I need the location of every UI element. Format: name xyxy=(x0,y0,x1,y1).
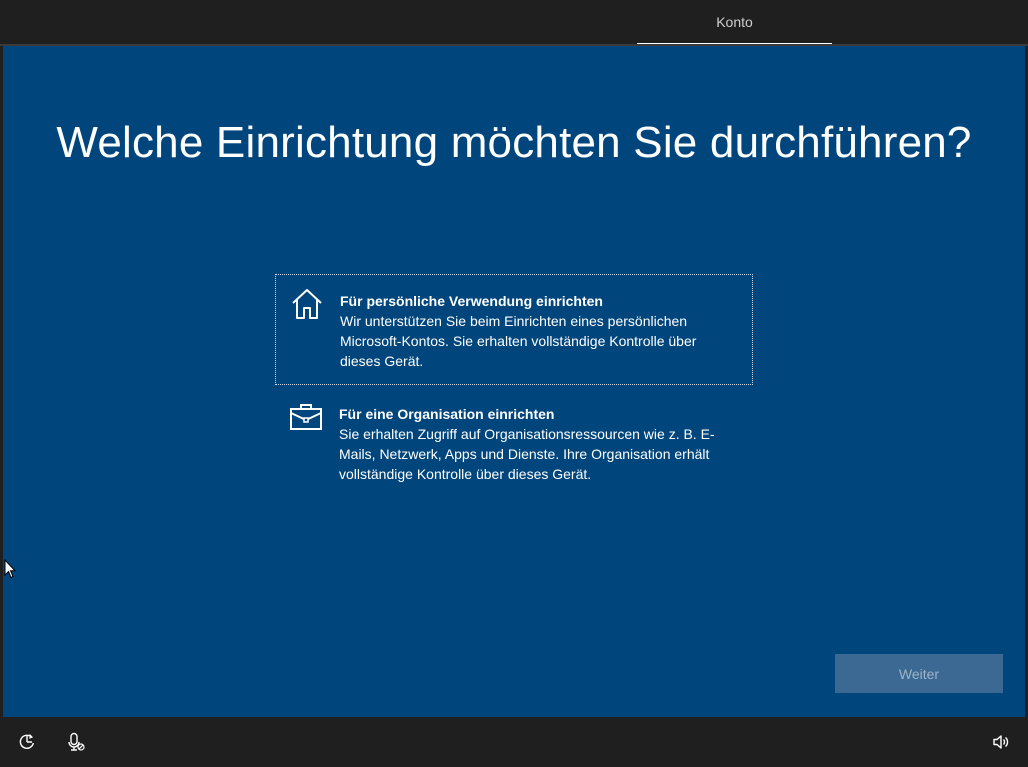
tab-konto[interactable]: Konto xyxy=(637,0,832,44)
option-organization[interactable]: Für eine Organisation einrichten Sie erh… xyxy=(275,386,753,490)
briefcase-icon xyxy=(290,404,322,430)
oobe-window: Konto Welche Einrichtung möchten Sie dur… xyxy=(0,0,1028,767)
home-icon xyxy=(292,289,322,319)
option-personal-title: Für persönliche Verwendung einrichten xyxy=(340,293,603,309)
top-bar: Konto xyxy=(0,0,1028,46)
microphone-icon[interactable] xyxy=(66,732,86,752)
bottom-bar xyxy=(0,717,1028,767)
option-organization-description: Sie erhalten Zugriff auf Organisationsre… xyxy=(339,426,715,482)
option-organization-title: Für eine Organisation einrichten xyxy=(339,406,555,422)
mouse-cursor-icon xyxy=(4,559,16,579)
next-button[interactable]: Weiter xyxy=(835,654,1003,693)
ease-of-access-icon[interactable] xyxy=(17,732,37,752)
page-title: Welche Einrichtung möchten Sie durchführ… xyxy=(56,118,972,167)
volume-icon[interactable] xyxy=(991,732,1011,752)
option-personal-description: Wir unterstützen Sie beim Einrichten ein… xyxy=(340,313,697,369)
main-content: Welche Einrichtung möchten Sie durchführ… xyxy=(3,46,1025,717)
option-personal-use[interactable]: Für persönliche Verwendung einrichten Wi… xyxy=(275,274,753,385)
